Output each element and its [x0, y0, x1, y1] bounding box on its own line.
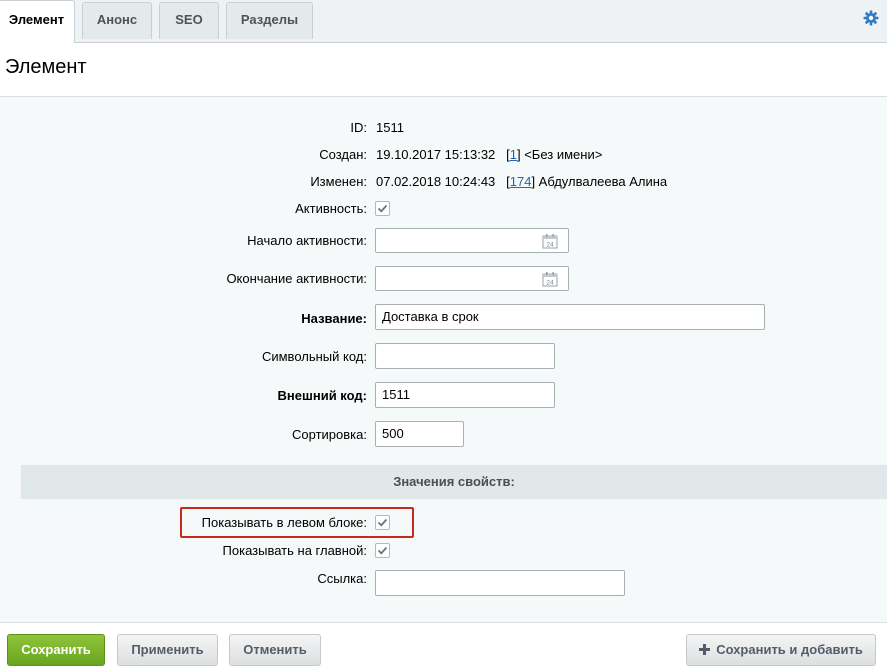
link-input[interactable] — [375, 570, 625, 596]
tab-bar: Элемент Анонс SEO Разделы — [0, 0, 887, 43]
page-title: Элемент — [5, 56, 87, 78]
modified-user-link[interactable]: 174 — [510, 174, 532, 189]
created-value: 19.10.2017 15:13:32 [1] <Без имени> — [376, 147, 603, 162]
calendar-day: 24 — [546, 242, 554, 249]
element-form: ID: 1511 Создан: 19.10.2017 15:13:32 [1]… — [0, 96, 887, 622]
sort-label: Сортировка: — [292, 427, 367, 442]
modified-label: Изменен: — [310, 174, 367, 189]
apply-button[interactable]: Применить — [117, 634, 218, 666]
modified-user-name: Абдулвалеева Алина — [538, 174, 668, 189]
active-to-input[interactable]: 24 — [375, 266, 569, 291]
created-label: Создан: — [319, 147, 367, 162]
check-icon — [377, 204, 388, 213]
calendar-day: 24 — [546, 280, 554, 287]
tab-element[interactable]: Элемент — [0, 0, 75, 43]
save-button[interactable]: Сохранить — [7, 634, 105, 666]
name-label: Название: — [301, 311, 367, 326]
cancel-button[interactable]: Отменить — [229, 634, 321, 666]
xml-id-label: Внешний код: — [277, 388, 367, 403]
show-left-checkbox[interactable] — [375, 515, 390, 530]
calendar-icon[interactable]: 24 — [542, 271, 558, 287]
sort-input[interactable]: 500 — [375, 421, 464, 447]
save-and-add-label: Сохранить и добавить — [716, 642, 863, 657]
tab-announce[interactable]: Анонс — [82, 2, 152, 39]
save-and-add-button[interactable]: Сохранить и добавить — [686, 634, 876, 666]
check-icon — [377, 546, 388, 555]
show-main-checkbox[interactable] — [375, 543, 390, 558]
tab-seo[interactable]: SEO — [159, 2, 219, 39]
name-input[interactable]: Доставка в срок — [375, 304, 765, 330]
active-label: Активность: — [295, 201, 367, 216]
created-user-link[interactable]: 1 — [510, 147, 517, 162]
active-to-label: Окончание активности: — [226, 271, 367, 286]
link-label: Ссылка: — [317, 571, 367, 586]
plus-icon — [699, 644, 711, 655]
properties-section-title: Значения свойств: — [21, 465, 887, 499]
code-input[interactable] — [375, 343, 555, 369]
active-from-input[interactable]: 24 — [375, 228, 569, 253]
show-left-label: Показывать в левом блоке: — [201, 515, 367, 530]
check-icon — [377, 518, 388, 527]
active-checkbox[interactable] — [375, 201, 390, 216]
created-user-name: <Без имени> — [524, 147, 603, 162]
bottom-toolbar: Сохранить Применить Отменить Сохранить и… — [0, 622, 887, 670]
show-main-label: Показывать на главной: — [222, 543, 367, 558]
calendar-icon[interactable]: 24 — [542, 233, 558, 249]
modified-value: 07.02.2018 10:24:43 [174] Абдулвалеева А… — [376, 174, 668, 189]
id-value: 1511 — [376, 120, 404, 135]
id-label: ID: — [350, 120, 367, 135]
tab-sections[interactable]: Разделы — [226, 2, 313, 39]
active-from-label: Начало активности: — [247, 233, 367, 248]
xml-id-input[interactable]: 1511 — [375, 382, 555, 408]
modified-date: 07.02.2018 10:24:43 — [376, 174, 496, 189]
gear-icon[interactable] — [863, 10, 879, 26]
code-label: Символьный код: — [261, 349, 367, 364]
created-date: 19.10.2017 15:13:32 — [376, 147, 496, 162]
